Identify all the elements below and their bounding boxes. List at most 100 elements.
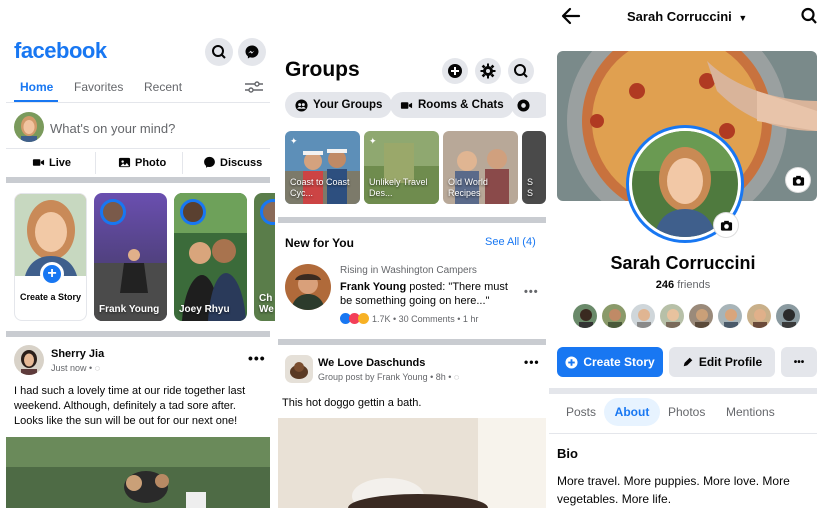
search-button[interactable] xyxy=(801,7,817,25)
create-story-card[interactable]: + Create a Story xyxy=(14,193,87,321)
tab-mentions[interactable]: Mentions xyxy=(726,405,775,419)
tab-photos[interactable]: Photos xyxy=(668,405,705,419)
friend-avatar[interactable] xyxy=(572,303,598,329)
settings-button[interactable] xyxy=(475,58,501,84)
notification-menu-button[interactable]: ••• xyxy=(524,286,539,298)
notification-text[interactable]: Frank Young posted: "There must be somet… xyxy=(340,280,520,308)
pin-icon: ✦ xyxy=(369,136,377,146)
discover-pill[interactable] xyxy=(511,92,546,118)
friend-avatar[interactable] xyxy=(775,303,801,329)
rooms-chats-pill[interactable]: Rooms & Chats xyxy=(390,92,514,118)
friend-avatar[interactable] xyxy=(717,303,743,329)
create-story-button[interactable]: Create Story xyxy=(557,347,663,377)
notification-author: Frank Young xyxy=(340,281,407,293)
story-avatar xyxy=(100,199,126,225)
composer-input[interactable]: What's on your mind? xyxy=(50,121,175,136)
group-post-meta: Group post by Frank Young • 8h • ◌ xyxy=(318,372,459,382)
post-author-avatar[interactable] xyxy=(14,345,44,375)
camera-icon xyxy=(792,175,804,186)
group-post-byline: Group post by Frank Young • 8h • xyxy=(318,372,452,382)
photo-label: Photo xyxy=(135,156,167,169)
tab-recent[interactable]: Recent xyxy=(144,80,182,94)
tab-about[interactable]: About xyxy=(604,398,660,426)
reactions-row[interactable]: 1.7K • 30 Comments • 1 hr xyxy=(340,313,478,324)
compass-icon xyxy=(517,98,530,112)
tab-home[interactable]: Home xyxy=(20,80,53,94)
group-avatar[interactable] xyxy=(285,355,313,383)
discuss-button[interactable]: Discuss xyxy=(203,156,262,169)
edit-profile-button[interactable]: Edit Profile xyxy=(669,347,775,377)
friend-avatar[interactable] xyxy=(688,303,714,329)
search-button[interactable] xyxy=(508,58,534,84)
back-button[interactable] xyxy=(561,6,581,26)
photo-icon xyxy=(118,157,131,168)
user-avatar[interactable] xyxy=(14,112,44,142)
story-name: Frank Young xyxy=(99,304,160,315)
section-separator xyxy=(6,331,270,337)
globe-icon: ◌ xyxy=(453,372,460,382)
filter-settings-button[interactable] xyxy=(244,80,264,94)
section-separator xyxy=(6,177,270,183)
divider xyxy=(549,433,817,434)
section-separator xyxy=(278,217,546,223)
friends-label: friends xyxy=(674,279,711,291)
story-name: Ch We xyxy=(259,293,274,315)
post-author-name[interactable]: Sherry Jia xyxy=(51,348,104,360)
home-panel: facebook Home Favorites Recent What's on… xyxy=(0,0,275,508)
friend-avatar[interactable] xyxy=(746,303,772,329)
more-options-button[interactable]: ••• xyxy=(781,347,817,377)
edit-profile-label: Edit Profile xyxy=(698,355,763,369)
edit-cover-button[interactable] xyxy=(786,168,810,192)
section-separator xyxy=(278,339,546,345)
pin-icon: ✦ xyxy=(290,136,298,146)
story-card[interactable]: Ch We xyxy=(254,193,275,321)
group-name[interactable]: We Love Daschunds xyxy=(318,357,425,369)
group-thumbnail[interactable]: ✦ Unlikely Travel Des... xyxy=(364,131,439,204)
friend-avatar[interactable] xyxy=(659,303,685,329)
group-title: Unlikely Travel Des... xyxy=(369,177,428,198)
plus-icon: + xyxy=(40,262,64,286)
facebook-logo[interactable]: facebook xyxy=(14,38,107,64)
story-avatar xyxy=(180,199,206,225)
post-timestamp: Just now • xyxy=(51,363,93,373)
your-groups-pill[interactable]: Your Groups xyxy=(285,92,393,118)
pencil-icon xyxy=(683,357,693,367)
search-button[interactable] xyxy=(205,38,233,66)
tab-favorites[interactable]: Favorites xyxy=(74,80,123,94)
group-thumbnail[interactable]: ✦ Coast to Coast Cyc... xyxy=(285,131,360,204)
story-card[interactable]: Joey Rhyu xyxy=(174,193,247,321)
new-for-you-heading: New for You xyxy=(285,236,354,250)
search-icon xyxy=(212,45,226,59)
post-photo[interactable] xyxy=(6,437,270,508)
post-menu-button[interactable]: ••• xyxy=(248,350,266,366)
notification-avatar[interactable] xyxy=(285,264,331,310)
video-camera-icon xyxy=(32,159,45,166)
messenger-button[interactable] xyxy=(238,38,266,66)
post-text: I had such a lovely time at our ride tog… xyxy=(14,385,246,427)
section-separator xyxy=(549,388,817,394)
camera-icon xyxy=(720,220,732,231)
friend-avatar[interactable] xyxy=(630,303,656,329)
profile-header-name[interactable]: Sarah Corruccini ▼ xyxy=(627,9,747,24)
create-story-label: Create Story xyxy=(583,355,655,369)
profile-header-label: Sarah Corruccini xyxy=(627,9,732,24)
post-photo[interactable] xyxy=(278,418,546,508)
create-group-button[interactable] xyxy=(442,58,468,84)
group-thumbnail[interactable]: S S xyxy=(522,131,546,204)
see-all-link[interactable]: See All (4) xyxy=(485,236,536,248)
video-camera-icon xyxy=(400,101,413,109)
story-card[interactable]: Frank Young xyxy=(94,193,167,321)
photo-button[interactable]: Photo xyxy=(118,156,166,169)
search-icon xyxy=(514,64,528,78)
friends-count[interactable]: 246 friends xyxy=(549,279,817,291)
live-button[interactable]: Live xyxy=(32,156,71,169)
edit-profile-picture-button[interactable] xyxy=(714,213,738,237)
tab-posts[interactable]: Posts xyxy=(566,405,596,419)
group-title: Old World Recipes xyxy=(448,177,488,198)
group-thumbnail[interactable]: Old World Recipes xyxy=(443,131,518,204)
friends-number: 246 xyxy=(655,279,675,291)
caret-down-icon: ▼ xyxy=(738,13,748,23)
friend-avatar[interactable] xyxy=(601,303,627,329)
globe-icon: ◌ xyxy=(94,363,101,373)
post-menu-button[interactable]: ••• xyxy=(524,355,540,369)
